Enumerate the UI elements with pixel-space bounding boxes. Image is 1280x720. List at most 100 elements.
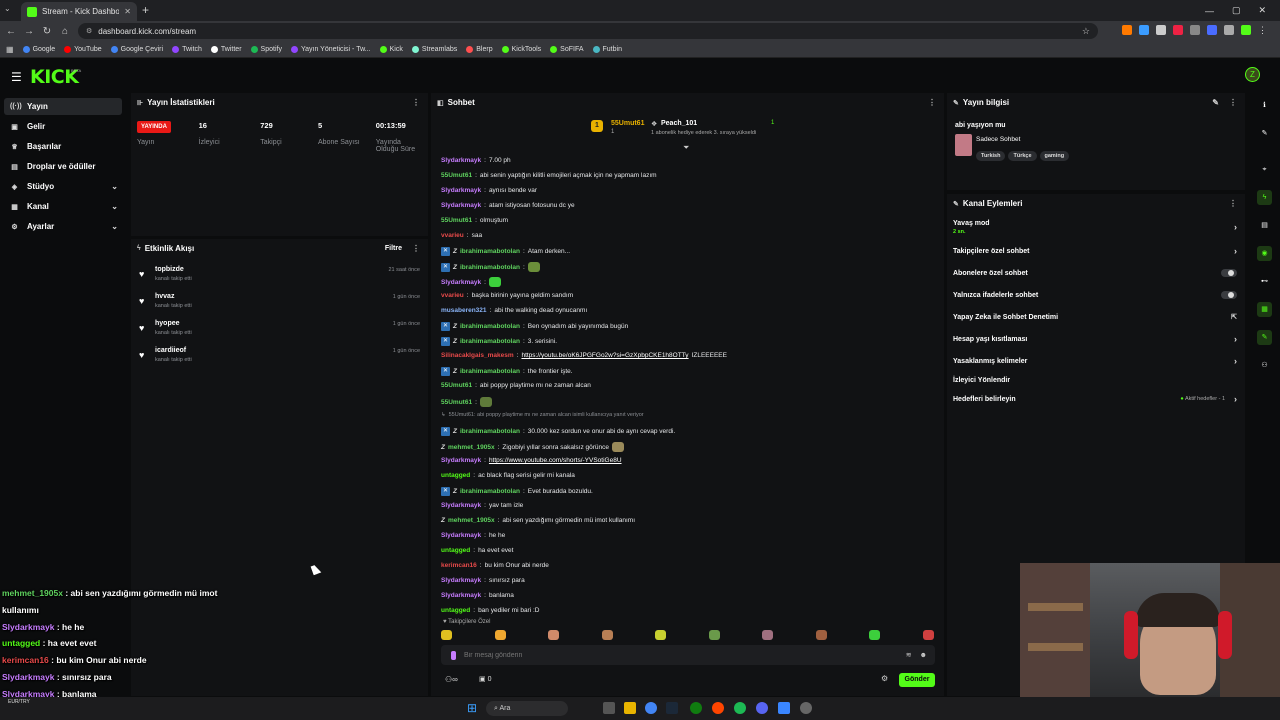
chat-bubble-icon[interactable]: ◉ — [1257, 246, 1272, 261]
tag[interactable]: gaming — [1039, 151, 1070, 161]
feed-username[interactable]: hvvaz — [155, 293, 174, 300]
sidebar-item-basarilar[interactable]: ♕ Başarılar — [4, 138, 122, 155]
chat-username[interactable]: Slydarkmayk — [441, 457, 481, 464]
feed-username[interactable]: hyopee — [155, 320, 180, 327]
chat-link[interactable]: https://www.youtube.com/shorts/-YVSotiGe… — [489, 457, 622, 464]
edit-icon[interactable]: ✎ — [1212, 98, 1219, 107]
puzzle-icon[interactable] — [1224, 25, 1234, 35]
chat-username[interactable]: ibrahimamabotolan — [460, 368, 520, 375]
bookmark-item[interactable]: SoFIFA — [550, 45, 584, 53]
chat-username[interactable]: Slydarkmayk — [441, 532, 481, 539]
chat-username[interactable]: Slydarkmayk — [441, 592, 481, 599]
chat-username[interactable]: Slydarkmayk — [441, 187, 481, 194]
chat-username[interactable]: ibrahimamabotolan — [460, 248, 520, 255]
close-tab-icon[interactable]: ✕ — [124, 7, 131, 16]
action-ai-moderation[interactable]: Yapay Zeka ile Sohbet Denetimi ⇱ — [953, 310, 1239, 324]
action-account-age[interactable]: Hesap yaşı kısıtlaması › — [953, 332, 1239, 346]
bookmark-star-icon[interactable]: ☆ — [1082, 26, 1090, 37]
windows-start-icon[interactable]: ⊞ — [467, 701, 477, 715]
emote-icon[interactable] — [494, 630, 506, 640]
bookmark-item[interactable]: Google Çeviri — [110, 45, 163, 53]
hamburger-menu-icon[interactable]: ☰ — [11, 70, 22, 84]
emote-icon[interactable] — [612, 442, 624, 452]
action-emotes-only[interactable]: Yalnızca ifadelerle sohbet — [953, 288, 1239, 302]
bookmark-item[interactable]: Kick — [379, 45, 403, 53]
browser-tab[interactable]: Stream - Kick Dashboard ✕ — [21, 2, 137, 21]
action-followers-only[interactable]: Takipçilere özel sohbet › — [953, 244, 1239, 258]
reload-icon[interactable]: ↻ — [38, 26, 56, 37]
tag[interactable]: Turkish — [976, 151, 1006, 161]
emote-icon[interactable] — [601, 630, 613, 640]
avatar[interactable]: Z — [1245, 67, 1260, 82]
chat-username[interactable]: Silinacaklgais_makesm — [441, 352, 514, 359]
users-icon[interactable]: ⚇ — [1257, 358, 1272, 373]
emote-icon[interactable] — [708, 630, 720, 640]
file-explorer-icon[interactable] — [624, 702, 636, 714]
chat-username[interactable]: untagged — [441, 607, 470, 614]
chat-username[interactable]: ibrahimamabotolan — [460, 488, 520, 495]
chat-username[interactable]: 55Umut61 — [441, 217, 472, 224]
extension-icon[interactable] — [1207, 25, 1217, 35]
chat-username[interactable]: ibrahimamabotolan — [460, 264, 520, 271]
emote-icon[interactable] — [869, 630, 881, 640]
tag[interactable]: Türkçe — [1008, 151, 1037, 161]
steam-icon[interactable] — [666, 702, 678, 714]
chat-username[interactable]: 55Umut61 — [441, 172, 472, 179]
forward-icon[interactable]: → — [20, 26, 38, 37]
bookmark-item[interactable]: KickTools — [501, 45, 541, 53]
spotify-icon[interactable] — [734, 702, 746, 714]
sidebar-item-ayarlar[interactable]: ⚙ Ayarlar ⌄ — [4, 218, 122, 235]
emote-icon[interactable] — [548, 630, 560, 640]
leader-username[interactable]: 55Umut61 — [611, 120, 644, 127]
bookmark-item[interactable]: Streamlabs — [411, 45, 457, 53]
category-name[interactable]: Sadece Sohbet — [976, 136, 1020, 143]
chat-input-box[interactable]: ≋ ☻ — [441, 645, 935, 665]
close-window-icon[interactable]: ✕ — [1258, 5, 1266, 16]
app-icon[interactable] — [778, 702, 790, 714]
ticker-widget[interactable]: EUR/TRY — [8, 699, 30, 705]
action-goals[interactable]: Hedefleri belirleyin ● Aktif hedefler - … — [953, 392, 1239, 406]
xbox-icon[interactable] — [690, 702, 702, 714]
bookmark-item[interactable]: Twitch — [172, 45, 202, 53]
kebab-menu-icon[interactable]: ⋮ — [1229, 199, 1237, 208]
info-icon[interactable]: ℹ — [1257, 98, 1272, 113]
sidebar-item-kanal[interactable]: ▦ Kanal ⌄ — [4, 198, 122, 215]
bookmark-item[interactable]: Futbin — [592, 45, 622, 53]
extension-icon[interactable] — [1139, 25, 1149, 35]
filter-button[interactable]: Filtre — [385, 245, 402, 252]
collapse-pinned-icon[interactable]: ⏷ — [683, 143, 689, 153]
bookmark-item[interactable]: YouTube — [64, 45, 102, 53]
bookmark-item[interactable]: Spotify — [250, 45, 282, 53]
taskbar-search[interactable]: ⌕ Ara — [486, 701, 568, 716]
chat-username[interactable]: 55Umut61 — [441, 399, 472, 406]
chat-username[interactable]: Slydarkmayk — [441, 502, 481, 509]
mic-icon[interactable] — [451, 650, 456, 660]
tab-search-icon[interactable]: ⌄ — [4, 4, 11, 13]
emote-icon[interactable] — [655, 630, 667, 640]
broadcast-icon[interactable]: ⊷ — [1257, 274, 1272, 289]
chat-username[interactable]: Slydarkmayk — [441, 577, 481, 584]
action-raid[interactable]: İzleyici Yönlendir — [953, 373, 1239, 387]
extension-icon[interactable] — [1156, 25, 1166, 35]
emote-icon[interactable] — [762, 630, 774, 640]
chat-username[interactable]: mehmet_1905x — [448, 517, 495, 524]
document-icon[interactable]: ▤ — [1257, 218, 1272, 233]
chat-username[interactable]: musaberen321 — [441, 307, 487, 314]
extension-icon[interactable] — [1190, 25, 1200, 35]
bookmark-item[interactable]: Blerp — [466, 45, 493, 53]
subscribers-only-toggle[interactable] — [1221, 269, 1237, 277]
minimize-icon[interactable]: — — [1205, 6, 1214, 16]
chat-username[interactable]: Slydarkmayk — [441, 279, 481, 286]
obs-icon[interactable] — [800, 702, 812, 714]
sidebar-item-yayin[interactable]: ((·)) Yayın — [4, 98, 122, 115]
kebab-menu-icon[interactable]: ⋮ — [412, 98, 420, 107]
task-view-icon[interactable] — [603, 702, 615, 714]
bookmark-item[interactable]: Google — [22, 45, 55, 53]
url-field[interactable]: ⚙ dashboard.kick.com/stream ☆ — [78, 23, 1098, 39]
emote-icon[interactable] — [922, 630, 934, 640]
chat-username[interactable]: kerimcan16 — [441, 562, 477, 569]
emote-icon[interactable] — [479, 397, 492, 407]
chat-username[interactable]: Slydarkmayk — [441, 157, 481, 164]
send-button[interactable]: Gönder — [899, 673, 935, 687]
table-icon[interactable]: ▦ — [1257, 302, 1272, 317]
